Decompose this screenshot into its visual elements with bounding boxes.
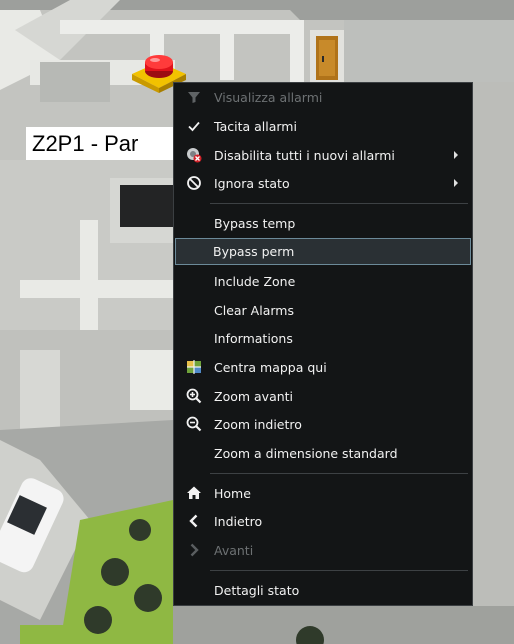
menu-item-centra-mappa[interactable]: Centra mappa qui bbox=[176, 354, 470, 381]
menu-item-ignora-stato[interactable]: Ignora stato bbox=[176, 170, 470, 197]
menu-item-avanti[interactable]: Avanti bbox=[176, 537, 470, 564]
menu-item-label: Include Zone bbox=[214, 274, 296, 289]
menu-item-clear-alarms[interactable]: Clear Alarms bbox=[176, 297, 470, 324]
menu-item-home[interactable]: Home bbox=[176, 480, 470, 507]
menu-item-label: Visualizza allarmi bbox=[214, 90, 323, 105]
menu-item-label: Tacita allarmi bbox=[214, 119, 297, 134]
menu-item-label: Disabilita tutti i nuovi allarmi bbox=[214, 148, 395, 163]
menu-item-visualizza-allarmi[interactable]: Visualizza allarmi bbox=[176, 84, 470, 111]
menu-item-zoom-indietro[interactable]: Zoom indietro bbox=[176, 411, 470, 438]
menu-item-label: Bypass temp bbox=[214, 216, 296, 231]
context-menu: Visualizza allarmi Tacita allarmi Disabi… bbox=[173, 82, 473, 606]
menu-item-label: Zoom indietro bbox=[214, 417, 302, 432]
menu-item-label: Avanti bbox=[214, 543, 254, 558]
submenu-arrow-icon bbox=[454, 179, 458, 187]
menu-item-dettagli-stato[interactable]: Dettagli stato bbox=[176, 577, 470, 604]
menu-item-label: Indietro bbox=[214, 514, 263, 529]
menu-item-label: Dettagli stato bbox=[214, 583, 300, 598]
filter-icon bbox=[188, 92, 200, 103]
home-icon bbox=[187, 486, 201, 499]
zone-label: Z2P1 - Par bbox=[26, 127, 176, 160]
menu-item-label: Home bbox=[214, 486, 251, 501]
checkmark-icon bbox=[188, 121, 200, 132]
menu-item-label: Centra mappa qui bbox=[214, 360, 327, 375]
submenu-arrow-icon bbox=[454, 151, 458, 159]
menu-item-zoom-standard[interactable]: Zoom a dimensione standard bbox=[176, 440, 470, 467]
back-icon bbox=[189, 514, 198, 528]
menu-item-label: Zoom a dimensione standard bbox=[214, 446, 398, 461]
forward-icon bbox=[190, 543, 199, 557]
center-map-icon bbox=[187, 360, 201, 374]
menu-separator bbox=[210, 473, 468, 474]
menu-item-include-zone[interactable]: Include Zone bbox=[176, 268, 470, 295]
menu-item-label: Clear Alarms bbox=[214, 303, 294, 318]
zoom-out-icon bbox=[186, 416, 202, 432]
menu-item-indietro[interactable]: Indietro bbox=[176, 508, 470, 535]
menu-separator bbox=[210, 570, 468, 571]
menu-item-label: Bypass perm bbox=[213, 244, 295, 259]
menu-item-disabilita-allarmi[interactable]: Disabilita tutti i nuovi allarmi bbox=[176, 142, 470, 169]
menu-item-label: Ignora stato bbox=[214, 176, 290, 191]
menu-item-label: Informations bbox=[214, 331, 293, 346]
ban-icon bbox=[187, 176, 201, 190]
menu-item-zoom-avanti[interactable]: Zoom avanti bbox=[176, 383, 470, 410]
disable-alarm-icon bbox=[187, 148, 202, 163]
menu-item-label: Zoom avanti bbox=[214, 389, 294, 404]
menu-item-tacita-allarmi[interactable]: Tacita allarmi bbox=[176, 113, 470, 140]
menu-item-bypass-perm[interactable]: Bypass perm bbox=[175, 238, 471, 265]
zoom-in-icon bbox=[186, 388, 202, 404]
menu-item-informations[interactable]: Informations bbox=[176, 325, 470, 352]
menu-separator bbox=[210, 203, 468, 204]
menu-item-bypass-temp[interactable]: Bypass temp bbox=[176, 210, 470, 237]
